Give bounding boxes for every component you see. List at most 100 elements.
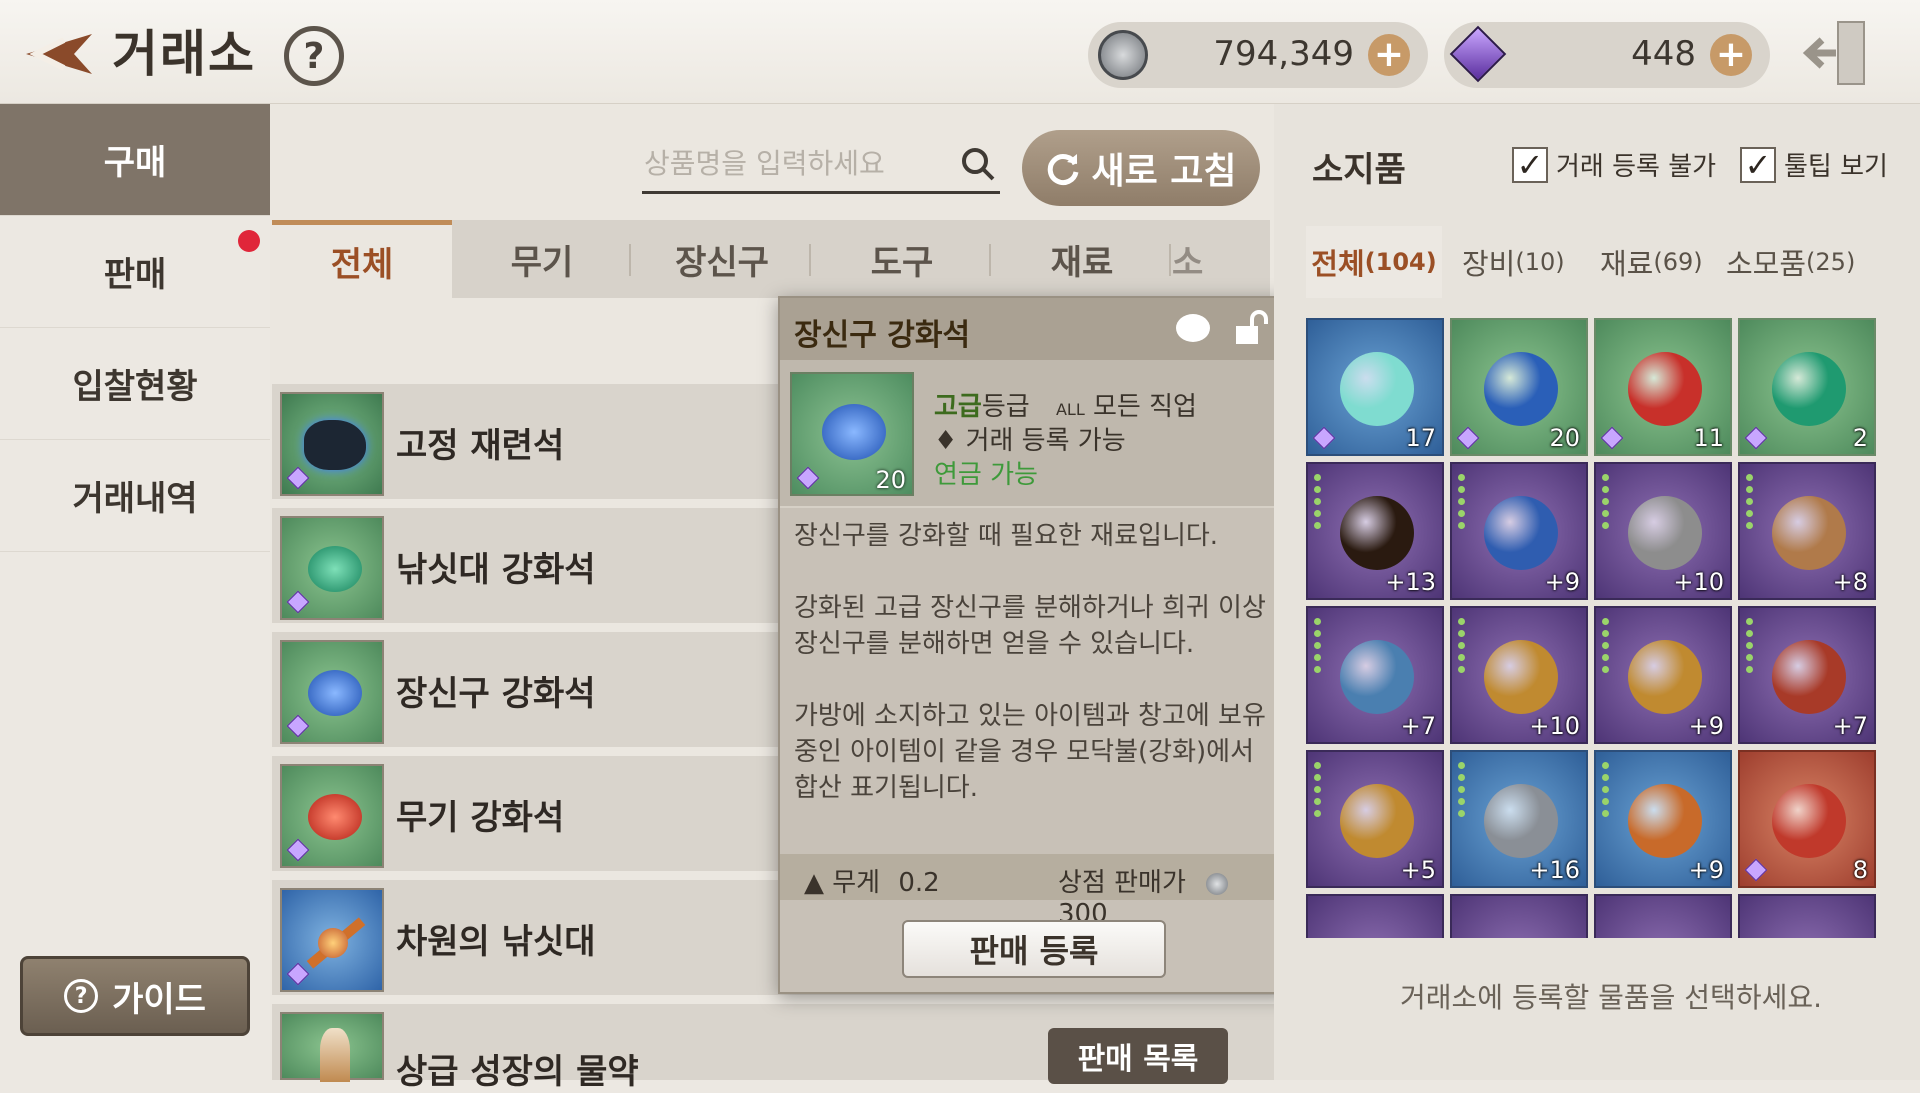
- weight-value: 0.2: [898, 868, 940, 898]
- page-title: 거래소: [112, 25, 256, 83]
- search-icon[interactable]: [960, 146, 996, 182]
- back-arrow-icon[interactable]: [14, 22, 98, 86]
- tab-all[interactable]: 전체: [272, 220, 452, 298]
- register-sale-button[interactable]: 판매 등록: [902, 920, 1166, 978]
- inv-tab-equipment[interactable]: 장비 (10): [1462, 226, 1565, 298]
- all-class-icon: ALL: [1055, 400, 1085, 419]
- menu-bids[interactable]: 입찰현황: [0, 328, 270, 440]
- inventory-slot[interactable]: +16: [1450, 750, 1588, 888]
- item-icon: [1340, 784, 1414, 858]
- inventory-slot[interactable]: +10: [1450, 606, 1588, 744]
- inv-tab-label: 소모품: [1726, 247, 1807, 281]
- inventory-slot[interactable]: +9: [1450, 462, 1588, 600]
- inventory-tabs: 전체 (104) 장비 (10) 재료 (69) 소모품 (25): [1306, 226, 1906, 298]
- menu-history[interactable]: 거래내역: [0, 440, 270, 552]
- inv-tab-consumable[interactable]: 소모품 (25): [1726, 226, 1855, 298]
- weight-icon: ▲: [804, 868, 824, 898]
- socket-dots: [1458, 618, 1466, 678]
- inventory-slot[interactable]: +9: [1594, 606, 1732, 744]
- inventory-slot[interactable]: [1594, 894, 1732, 938]
- item-icon: [1484, 784, 1558, 858]
- inv-tab-material[interactable]: 재료 (69): [1600, 226, 1703, 298]
- inv-tab-label: 장비: [1462, 247, 1516, 281]
- refresh-label: 새로 고침: [1091, 151, 1237, 192]
- sell-list-button[interactable]: 판매 목록: [1048, 1028, 1228, 1084]
- inventory-slot[interactable]: 8: [1738, 750, 1876, 888]
- guide-button[interactable]: ? 가이드: [20, 956, 250, 1036]
- inventory-slot[interactable]: +8: [1738, 462, 1876, 600]
- tooltip-toggle-label: 툴팁 보기: [1784, 152, 1888, 182]
- tab-divider: [809, 244, 811, 276]
- inventory-slot[interactable]: +10: [1594, 462, 1732, 600]
- tab-weapon[interactable]: 무기: [452, 220, 632, 298]
- socket-dots: [1602, 618, 1610, 678]
- inventory-slot[interactable]: 2: [1738, 318, 1876, 456]
- add-silver-button[interactable]: +: [1368, 34, 1410, 76]
- diamond-icon: ♦: [934, 426, 958, 456]
- trade-status: ♦ 거래 등록 가능: [934, 420, 1126, 457]
- inv-tab-all[interactable]: 전체 (104): [1306, 226, 1442, 298]
- tab-tool[interactable]: 도구: [812, 220, 992, 298]
- grade-value: 고급: [934, 392, 982, 422]
- inventory-slot[interactable]: 17: [1306, 318, 1444, 456]
- tab-accessory[interactable]: 장신구: [632, 220, 812, 298]
- inventory-hint: 거래소에 등록할 물품을 선택하세요.: [1400, 981, 1823, 1014]
- listing-name: 장신구 강화석: [396, 674, 596, 714]
- desc-line: 강화된 고급 장신구를 분해하거나 희귀 이상 장신구를 분해하면 얻을 수 있…: [794, 593, 1266, 659]
- item-grade: 고급등급 ALL 모든 직업: [934, 386, 1197, 423]
- check-icon: ✓: [1512, 146, 1548, 184]
- potion-icon: [280, 1012, 384, 1082]
- inv-tab-label: 전체: [1311, 247, 1365, 281]
- chat-link-icon[interactable]: [1176, 314, 1210, 342]
- refresh-button[interactable]: 새로 고침: [1022, 130, 1260, 206]
- enhance-level: +10: [1529, 712, 1580, 740]
- shop-price: 상점 판매가 300: [1058, 862, 1288, 929]
- item-icon: [1772, 352, 1846, 426]
- guide-label: 가이드: [112, 979, 206, 1020]
- exit-icon[interactable]: [1800, 18, 1872, 88]
- tab-divider: [1169, 244, 1171, 276]
- fishing-rod-icon: [280, 888, 384, 992]
- help-button[interactable]: ?: [284, 26, 344, 86]
- socket-dots: [1314, 618, 1322, 678]
- socket-dots: [1458, 474, 1466, 534]
- tooltip-description: 장신구를 강화할 때 필요한 재료입니다. 강화된 고급 장신구를 분해하거나 …: [794, 518, 1274, 842]
- gem-marker-icon: [1744, 858, 1768, 882]
- socket-dots: [1314, 762, 1322, 822]
- enhance-level: +16: [1529, 856, 1580, 884]
- inventory-slot[interactable]: [1450, 894, 1588, 938]
- desc-line: 가방에 소지하고 있는 아이템과 창고에 보유 중인 아이템이 같을 경우 모닥…: [794, 701, 1266, 803]
- category-tabs: 전체 무기 장신구 도구 재료 소: [272, 220, 1270, 298]
- inventory-slot[interactable]: +7: [1306, 606, 1444, 744]
- inv-tab-count: (104): [1364, 248, 1437, 276]
- untradable-checkbox[interactable]: ✓ 거래 등록 불가: [1512, 146, 1716, 184]
- inventory-slot[interactable]: 20: [1450, 318, 1588, 456]
- menu-buy[interactable]: 구매: [0, 104, 270, 216]
- item-icon: [1628, 784, 1702, 858]
- search-box: [642, 136, 1000, 194]
- tradable-label: 거래 등록 가능: [965, 426, 1126, 456]
- inventory-slot[interactable]: [1306, 894, 1444, 938]
- item-icon: [1628, 496, 1702, 570]
- tab-material[interactable]: 재료: [992, 220, 1172, 298]
- search-input[interactable]: [642, 136, 942, 190]
- gem-marker-icon: [1744, 426, 1768, 450]
- inventory-slot[interactable]: 11: [1594, 318, 1732, 456]
- tooltip-checkbox[interactable]: ✓ 툴팁 보기: [1740, 146, 1888, 184]
- item-quantity: 20: [1549, 424, 1580, 452]
- inventory-slot[interactable]: +5: [1306, 750, 1444, 888]
- inventory-slot[interactable]: [1738, 894, 1876, 938]
- check-icon: ✓: [1740, 146, 1776, 184]
- inventory-slot[interactable]: +13: [1306, 462, 1444, 600]
- inventory-slot[interactable]: +9: [1594, 750, 1732, 888]
- gem-marker-icon: [1456, 426, 1480, 450]
- weight-label: 무게: [832, 868, 881, 898]
- inventory-slot[interactable]: +7: [1738, 606, 1876, 744]
- add-gem-button[interactable]: +: [1710, 34, 1752, 76]
- silver-amount: 794,349: [1213, 34, 1354, 74]
- listing-row[interactable]: 상급 성장의 물약 판매 목록: [272, 1004, 1274, 1092]
- menu-sell[interactable]: 판매: [0, 216, 270, 328]
- tab-consumable-partial[interactable]: 소: [1172, 220, 1270, 298]
- unlock-icon[interactable]: [1232, 310, 1268, 346]
- enhance-level: +8: [1832, 568, 1868, 596]
